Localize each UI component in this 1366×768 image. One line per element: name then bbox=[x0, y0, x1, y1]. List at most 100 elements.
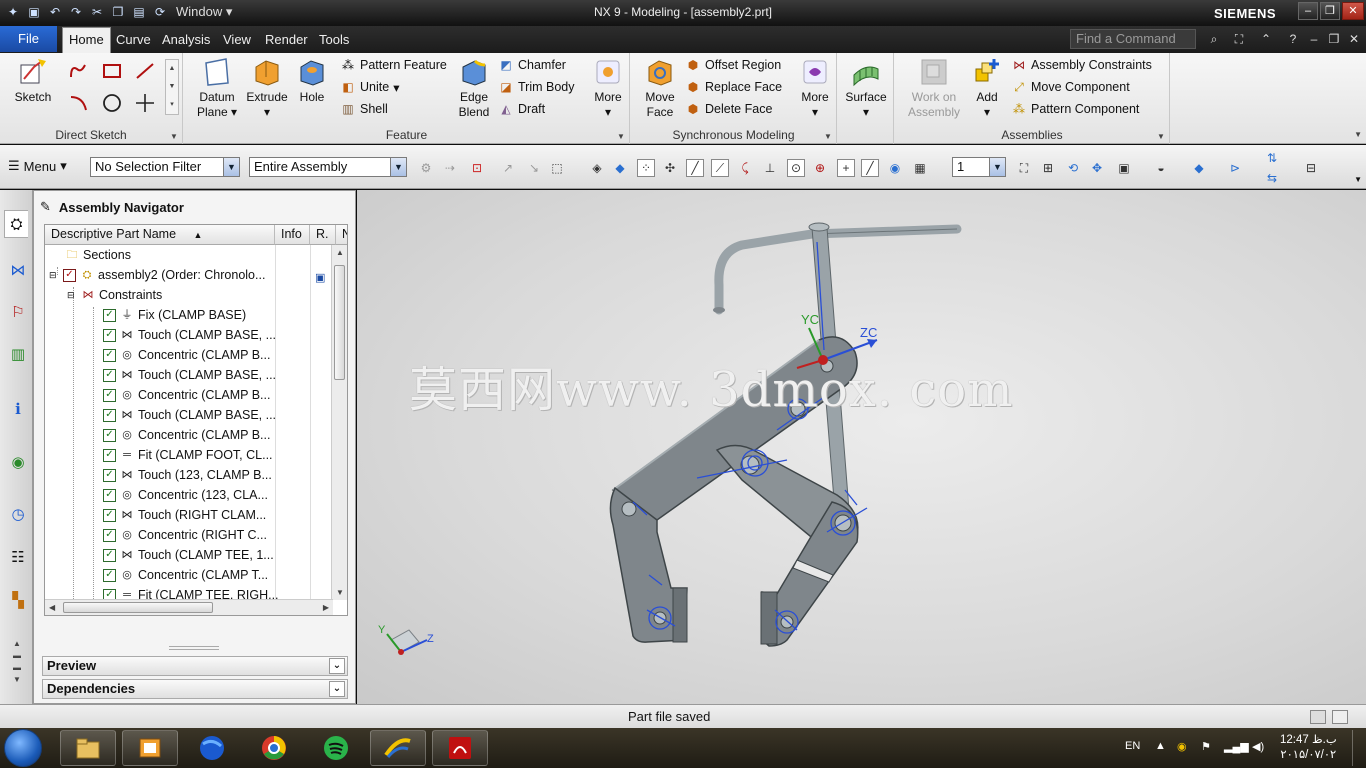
rectangle-icon[interactable] bbox=[99, 59, 125, 83]
constraint-row[interactable]: ✓ ◎ Concentric (CLAMP B... bbox=[45, 345, 330, 365]
chrome-taskbar-icon[interactable] bbox=[246, 730, 302, 766]
view-triad-icon[interactable]: ⊳ bbox=[1226, 159, 1244, 177]
browser-taskbar-icon[interactable] bbox=[184, 730, 240, 766]
general-selection-icon[interactable]: ⚙ bbox=[417, 159, 435, 177]
add-component-button[interactable]: Add ▾ bbox=[969, 56, 1005, 120]
resource-bar-scroll[interactable]: ▲ ▬ ▬ ▼ bbox=[10, 638, 24, 686]
constraint-checkbox[interactable]: ✓ bbox=[103, 388, 116, 402]
undo-icon[interactable]: ↶ bbox=[46, 3, 64, 21]
clamp-assembly-model[interactable]: ZC YC Z Y bbox=[357, 190, 1366, 704]
select-solid-icon[interactable]: ◆ bbox=[611, 159, 629, 177]
constraint-checkbox[interactable]: ✓ bbox=[103, 528, 116, 542]
column-header-n[interactable]: N bbox=[336, 225, 347, 245]
chamfer-button[interactable]: ◩ Chamfer bbox=[498, 55, 566, 75]
scroll-thumb[interactable] bbox=[63, 602, 213, 613]
constraint-row[interactable]: ✓ ◎ Concentric (123, CLA... bbox=[45, 485, 330, 505]
pattern-component-button[interactable]: ⁂ Pattern Component bbox=[1011, 99, 1139, 119]
doc-close-icon[interactable]: ✕ bbox=[1345, 30, 1363, 48]
work-on-assembly-button[interactable]: Work on Assembly bbox=[901, 56, 967, 120]
scroll-left-icon[interactable]: ◀ bbox=[49, 603, 55, 612]
delete-face-button[interactable]: ⬢ Delete Face bbox=[685, 99, 773, 119]
constraint-row[interactable]: ✓ ◎ Concentric (RIGHT C... bbox=[45, 525, 330, 545]
tab-render[interactable]: Render bbox=[259, 26, 314, 53]
help-icon[interactable]: ? bbox=[1284, 30, 1302, 48]
constraint-row[interactable]: ✓ ◎ Concentric (CLAMP T... bbox=[45, 565, 330, 585]
rotate-icon[interactable]: ⟲ bbox=[1064, 159, 1082, 177]
show-hidden-icons[interactable]: ▲ bbox=[1155, 740, 1166, 752]
collapse-icon[interactable]: ⊟ bbox=[49, 265, 59, 285]
surface-button[interactable]: Surface ▾ bbox=[842, 56, 890, 120]
snap-point-icon[interactable]: ⊡ bbox=[468, 159, 486, 177]
minimize-button[interactable]: – bbox=[1298, 2, 1318, 20]
unite-button[interactable]: ◧ Unite ▾ bbox=[340, 77, 399, 97]
offset-region-button[interactable]: ⬢ Offset Region bbox=[685, 55, 781, 75]
arc-icon[interactable] bbox=[66, 91, 92, 115]
tree-row-root-assembly[interactable]: ⊟ ✓ ⛭ assembly2 (Order: Chronolo... ▣ bbox=[45, 265, 330, 285]
snap-intersection-icon[interactable]: ⊥ bbox=[761, 159, 779, 177]
ruler-icon[interactable]: ⊟ bbox=[1302, 159, 1320, 177]
column-header-info[interactable]: Info bbox=[275, 225, 310, 245]
expand-icon[interactable]: ⌄ bbox=[329, 658, 345, 674]
spotify-taskbar-icon[interactable] bbox=[308, 730, 364, 766]
chevron-down-icon[interactable]: ▼ bbox=[824, 132, 832, 141]
tab-home[interactable]: Home bbox=[62, 27, 111, 53]
constraint-row[interactable]: ✓ ⋈ Touch (CLAMP BASE, ... bbox=[45, 365, 330, 385]
constraint-checkbox[interactable]: ✓ bbox=[103, 468, 116, 482]
web-browser-tab-icon[interactable]: ◉ bbox=[6, 448, 30, 476]
constraint-checkbox[interactable]: ✓ bbox=[103, 348, 116, 362]
shell-button[interactable]: ▥ Shell bbox=[340, 99, 387, 119]
action-center-icon[interactable]: ⚑ bbox=[1201, 740, 1211, 753]
ribbon-options-icon[interactable]: ▼ bbox=[1354, 130, 1362, 139]
snap-on-curve-icon[interactable]: ╱ bbox=[861, 159, 879, 177]
constraint-checkbox[interactable]: ✓ bbox=[103, 308, 116, 322]
chevron-down-icon[interactable]: ▼ bbox=[1157, 132, 1165, 141]
line-icon[interactable] bbox=[132, 59, 158, 83]
scroll-thumb[interactable] bbox=[334, 265, 345, 380]
selection-filter-select[interactable]: No Selection Filter ▼ bbox=[90, 157, 240, 177]
volume-icon[interactable]: ◀) bbox=[1252, 740, 1264, 753]
pin-icon[interactable]: ✎ bbox=[40, 199, 51, 215]
horizontal-scrollbar[interactable]: ◀ ▶ bbox=[45, 599, 333, 615]
constraint-checkbox[interactable]: ✓ bbox=[103, 508, 116, 522]
acrobat-taskbar-icon[interactable] bbox=[432, 730, 488, 766]
tree-row-sections[interactable]: 🗀 Sections bbox=[45, 245, 330, 265]
constraint-row[interactable]: ✓ ⋈ Touch (RIGHT CLAM... bbox=[45, 505, 330, 525]
part-navigator-tab-icon[interactable]: ⚐ bbox=[6, 298, 30, 326]
draft-button[interactable]: ◭ Draft bbox=[498, 99, 545, 119]
close-button[interactable]: ✕ bbox=[1342, 2, 1364, 20]
snap-existing-point-icon[interactable]: + bbox=[837, 159, 855, 177]
move-component-button[interactable]: ⤢ Move Component bbox=[1011, 77, 1129, 97]
trim-body-button[interactable]: ◪ Trim Body bbox=[498, 77, 574, 97]
extrude-button[interactable]: Extrude ▾ bbox=[242, 56, 292, 120]
command-finder-input[interactable]: Find a Command bbox=[1070, 29, 1196, 49]
constraint-checkbox[interactable]: ✓ bbox=[103, 448, 116, 462]
clamp-handle[interactable] bbox=[713, 224, 962, 315]
constraint-navigator-tab-icon[interactable]: ⋈ bbox=[6, 256, 30, 284]
constraint-row[interactable]: ✓ ⋈ Touch (123, CLAMP B... bbox=[45, 465, 330, 485]
clipping-icon[interactable]: ⇆ bbox=[1263, 169, 1281, 187]
column-header-part-name[interactable]: Descriptive Part Name ▲ bbox=[45, 225, 275, 245]
tab-tools[interactable]: Tools bbox=[313, 26, 355, 53]
expand-icon[interactable]: ⌄ bbox=[329, 681, 345, 697]
snap-quadrant-icon[interactable]: ⊕ bbox=[811, 159, 829, 177]
hd3d-tools-tab-icon[interactable]: ℹ bbox=[6, 395, 30, 423]
datum-plane-button[interactable]: Datum Plane ▾ bbox=[194, 56, 240, 120]
sketch-button[interactable]: Sketch bbox=[8, 56, 58, 105]
visibility-checkbox[interactable]: ✓ bbox=[63, 268, 76, 282]
select-body-icon[interactable]: ↘ bbox=[525, 159, 543, 177]
zoom-icon[interactable]: ⊞ bbox=[1039, 159, 1057, 177]
constraint-checkbox[interactable]: ✓ bbox=[103, 568, 116, 582]
constraint-checkbox[interactable]: ✓ bbox=[103, 328, 116, 342]
tab-curve[interactable]: Curve bbox=[110, 26, 157, 53]
replace-face-button[interactable]: ⬢ Replace Face bbox=[685, 77, 782, 97]
collapse-icon[interactable]: ⊟ bbox=[67, 285, 77, 305]
select-faces-icon[interactable]: ◈ bbox=[588, 159, 606, 177]
constraint-row[interactable]: ✓ ═ Fit (CLAMP FOOT, CL... bbox=[45, 445, 330, 465]
show-desktop-button[interactable] bbox=[1352, 730, 1364, 766]
vertical-scrollbar[interactable]: ▲ ▼ bbox=[331, 245, 347, 600]
chevron-down-icon[interactable]: ▼ bbox=[617, 132, 625, 141]
reuse-library-tab-icon[interactable]: ▥ bbox=[6, 340, 30, 368]
select-feature-icon[interactable]: ↗ bbox=[499, 159, 517, 177]
work-layer-select[interactable]: 1 ▼ bbox=[952, 157, 1006, 177]
dependencies-section[interactable]: Dependencies ⌄ bbox=[42, 679, 348, 699]
